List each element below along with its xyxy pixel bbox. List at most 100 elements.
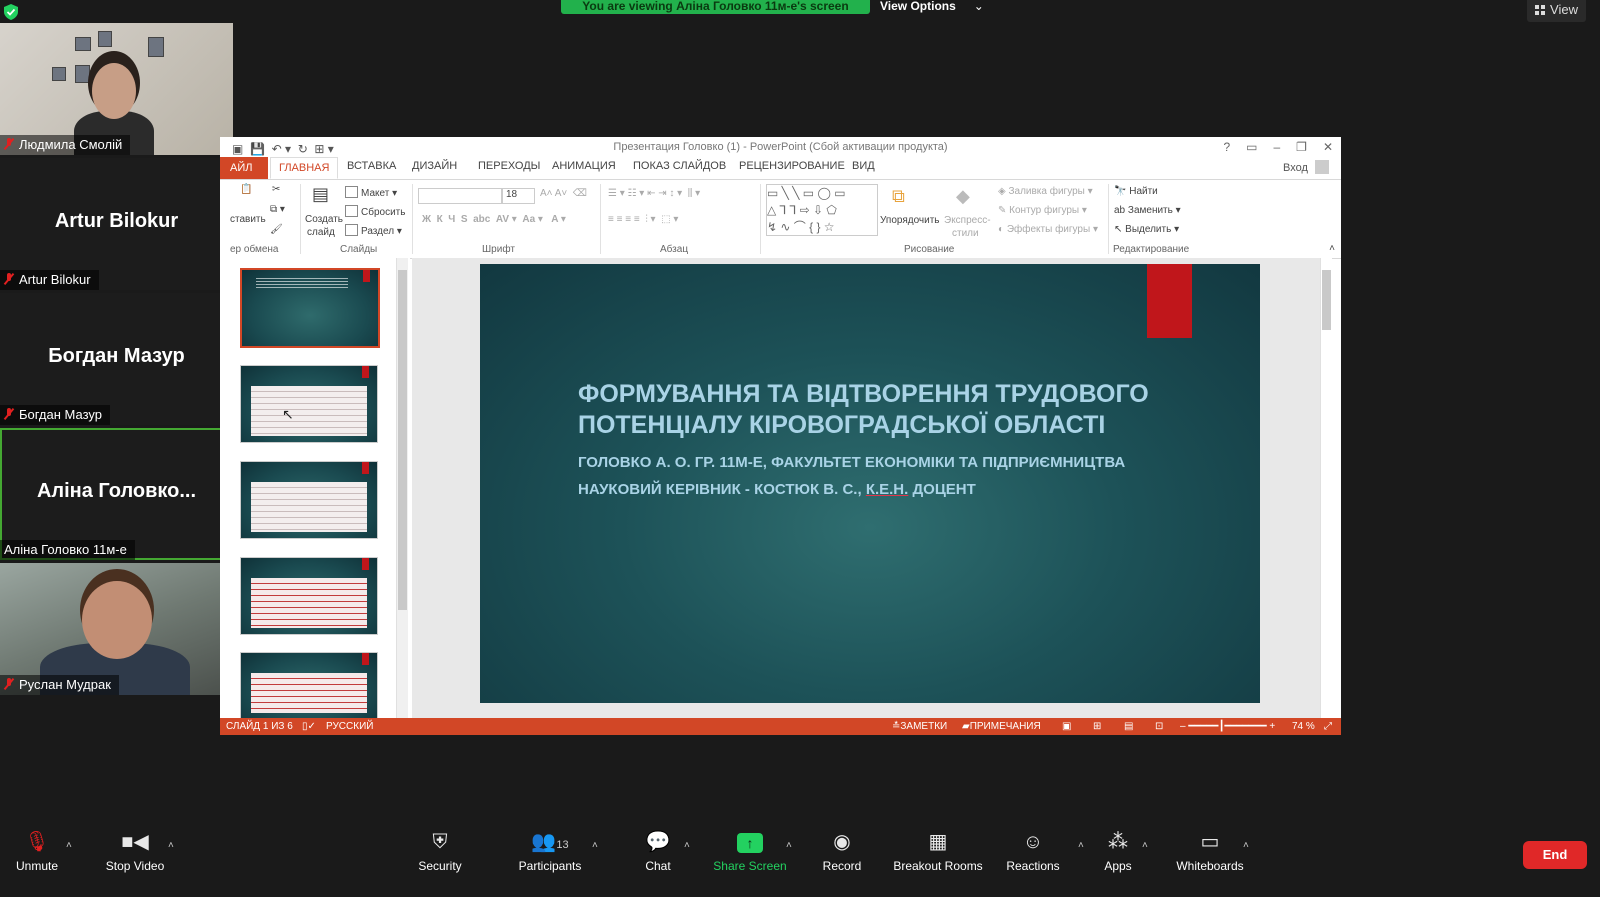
muted-mic-icon: 🎙 [24,831,50,853]
shapes-gallery[interactable]: ▭ ╲ ╲ ▭ ◯ ▭ △ ⅂ ⅂ ⇨ ⇩ ⬠ ↯ ∿ ⌒ { } ☆ [766,184,878,236]
slideshow-view-icon[interactable]: ⊡ [1155,718,1163,735]
chat-button[interactable]: 💬 Chat [632,823,684,873]
end-meeting-button[interactable]: End [1523,841,1587,869]
comments-button[interactable]: ▰ ПРИМЕЧАНИЯ [962,718,1041,735]
slides-group-label: Слайды [340,244,378,255]
audio-options-chevron-icon[interactable]: ˄ [66,840,72,851]
sign-in-link[interactable]: Вход [1283,160,1329,174]
replace-button[interactable]: ab Заменить ▾ [1114,205,1181,216]
font-group-label: Шрифт [482,244,515,255]
breakout-rooms-button[interactable]: ▦ Breakout Rooms [886,823,990,873]
share-options-chevron-icon[interactable]: ˄ [786,840,792,851]
smiley-plus-icon: ☺ [1022,831,1044,853]
spellcheck-icon[interactable]: ▯✓ [302,718,316,735]
reactions-button[interactable]: ☺ Reactions [1000,823,1066,873]
shape-effects-button[interactable]: ◐ Эффекты фигуры ▾ [998,224,1098,235]
format-painter-icon[interactable]: 🖌 [270,224,283,235]
zoom-level[interactable]: 74 % [1292,718,1315,735]
participant-tile[interactable]: Богдан Мазур Богдан Мазур [0,293,233,425]
stop-video-button[interactable]: ■◀ Stop Video [98,823,172,873]
paste-icon[interactable]: 📋 [240,184,252,195]
participant-tile-active-speaker[interactable]: Аліна Головко... Аліна Головко 11м-е [0,428,233,560]
quick-styles-button[interactable]: Экспресс- [944,215,991,226]
whiteboards-options-chevron-icon[interactable]: ˄ [1243,840,1249,851]
list-buttons[interactable]: ☰ ▾ ☷ ▾ ⇤ ⇥ ↕ ▾ ⫼ ▾ [608,188,700,199]
font-name-select[interactable] [418,188,502,204]
thumbnails-scrollbar[interactable] [396,258,408,718]
quick-styles-icon[interactable]: ◆ [956,186,970,207]
slide-counter: СЛАЙД 1 ИЗ 6 [226,721,293,732]
section-button[interactable]: Раздел ▾ [345,224,402,237]
shared-powerpoint-window: ▣ 💾 ↶ ▾ ↻ ⊞ ▾ Презентация Головко (1) - … [220,137,1341,735]
quick-access-toolbar[interactable]: ▣ 💾 ↶ ▾ ↻ ⊞ ▾ [232,139,334,159]
slide-thumbnail[interactable] [240,365,378,443]
reset-button[interactable]: Сбросить [345,205,405,218]
record-button[interactable]: ◉ Record [816,823,868,873]
chevron-down-icon: ⌄ [973,0,984,13]
slide-subtitle[interactable]: ГОЛОВКО А. О. ГР. 11М-Е, ФАКУЛЬТЕТ ЕКОНО… [578,449,1218,503]
align-buttons[interactable]: ≡ ≡ ≡ ≡ ⫶ ▾ ⬚ ▾ [608,214,678,225]
arrange-button[interactable]: Упорядочить [880,215,940,226]
notes-button[interactable]: ≛ ЗАМЕТКИ [892,718,947,735]
editor-scrollbar[interactable] [1320,258,1332,718]
find-button[interactable]: 🔭 Найти [1114,186,1158,197]
slide-title[interactable]: ФОРМУВАННЯ ТА ВІДТВОРЕННЯ ТРУДОВОГО ПОТЕ… [578,379,1218,441]
arrange-icon[interactable]: ⧉ [892,186,905,207]
participant-tile-video[interactable]: Людмила Смолій [0,23,233,155]
language-indicator[interactable]: РУССКИЙ [326,718,373,735]
tab-slideshow[interactable]: ПОКАЗ СЛАЙДОВ [633,160,726,172]
tab-design[interactable]: ДИЗАЙН [412,160,457,172]
slide-thumbnail[interactable] [240,557,378,635]
window-controls[interactable]: ? ▭ – ❐ ✕ [1207,137,1333,157]
cut-icon[interactable]: ✂ [272,184,280,195]
tab-home[interactable]: ГЛАВНАЯ [270,157,339,179]
select-button[interactable]: ↖ Выделить ▾ [1114,224,1179,235]
chat-options-chevron-icon[interactable]: ˄ [684,840,690,851]
copy-icon[interactable]: ⧉ ▾ [270,204,285,215]
participant-tile[interactable]: Artur Bilokur Artur Bilokur [0,158,233,290]
view-layout-button[interactable]: View [1527,0,1586,22]
tab-transitions[interactable]: ПЕРЕХОДЫ [478,160,540,172]
share-screen-button[interactable]: ↑ Share Screen [710,823,790,873]
fit-slide-icon[interactable]: ⤢ [1324,718,1332,735]
current-slide[interactable]: ФОРМУВАННЯ ТА ВІДТВОРЕННЯ ТРУДОВОГО ПОТЕ… [480,264,1260,703]
tab-view[interactable]: ВИД [852,160,875,172]
participant-tile-video[interactable]: Руслан Мудрак [0,563,233,695]
apps-options-chevron-icon[interactable]: ˄ [1142,840,1148,851]
font-size-select[interactable]: 18 [502,188,535,204]
view-label: View [1550,2,1578,17]
paste-button[interactable]: ставить [230,214,266,225]
collapse-ribbon-icon[interactable]: ˄ [1329,243,1335,254]
layout-button[interactable]: Макет ▾ [345,186,397,199]
tab-animation[interactable]: АНИМАЦИЯ [552,160,616,172]
grow-shrink-font-icons[interactable]: A˄ A˅ ⌫ [540,188,587,199]
view-options-button[interactable]: View Options ⌄ [880,0,984,14]
new-slide-icon[interactable]: ▤ [312,184,329,205]
security-button[interactable]: ⛨ Security [404,823,476,873]
participants-button[interactable]: 👥13 Participants [504,823,596,873]
new-slide-button[interactable]: Создать [305,214,343,225]
participant-display-name: Аліна Головко... [36,480,197,503]
slide-thumbnail[interactable] [240,268,380,348]
apps-button[interactable]: ⁂ Apps [1096,823,1140,873]
slide-thumbnail[interactable] [240,652,378,720]
video-options-chevron-icon[interactable]: ˄ [168,840,174,851]
reactions-options-chevron-icon[interactable]: ˄ [1078,840,1084,851]
reading-view-icon[interactable]: ▤ [1124,718,1133,735]
slide-sorter-icon[interactable]: ⊞ [1093,718,1101,735]
shape-fill-button[interactable]: ◈ Заливка фигуры ▾ [998,186,1093,197]
editing-group-label: Редактирование [1113,244,1190,255]
participant-name: Богдан Мазур [0,405,110,425]
tab-insert[interactable]: ВСТАВКА [347,160,396,172]
slide-thumbnail[interactable] [240,461,378,539]
window-title: Презентация Головко (1) - PowerPoint (Сб… [613,141,948,153]
participants-options-chevron-icon[interactable]: ˄ [592,840,598,851]
zoom-slider[interactable]: – ━━━━━┃━━━━━━━ + [1180,718,1275,735]
unmute-button[interactable]: 🎙 Unmute [8,823,66,873]
normal-view-icon[interactable]: ▣ [1062,718,1071,735]
font-format-buttons[interactable]: Ж К Ч S abc AV ▾ Aa ▾ A ▾ [422,214,566,225]
tab-review[interactable]: РЕЦЕНЗИРОВАНИЕ [739,160,845,172]
shape-outline-button[interactable]: ✎ Контур фигуры ▾ [998,205,1087,216]
slide-editor: ФОРМУВАННЯ ТА ВІДТВОРЕННЯ ТРУДОВОГО ПОТЕ… [412,258,1332,718]
tab-file[interactable]: АЙЛ [220,157,268,179]
